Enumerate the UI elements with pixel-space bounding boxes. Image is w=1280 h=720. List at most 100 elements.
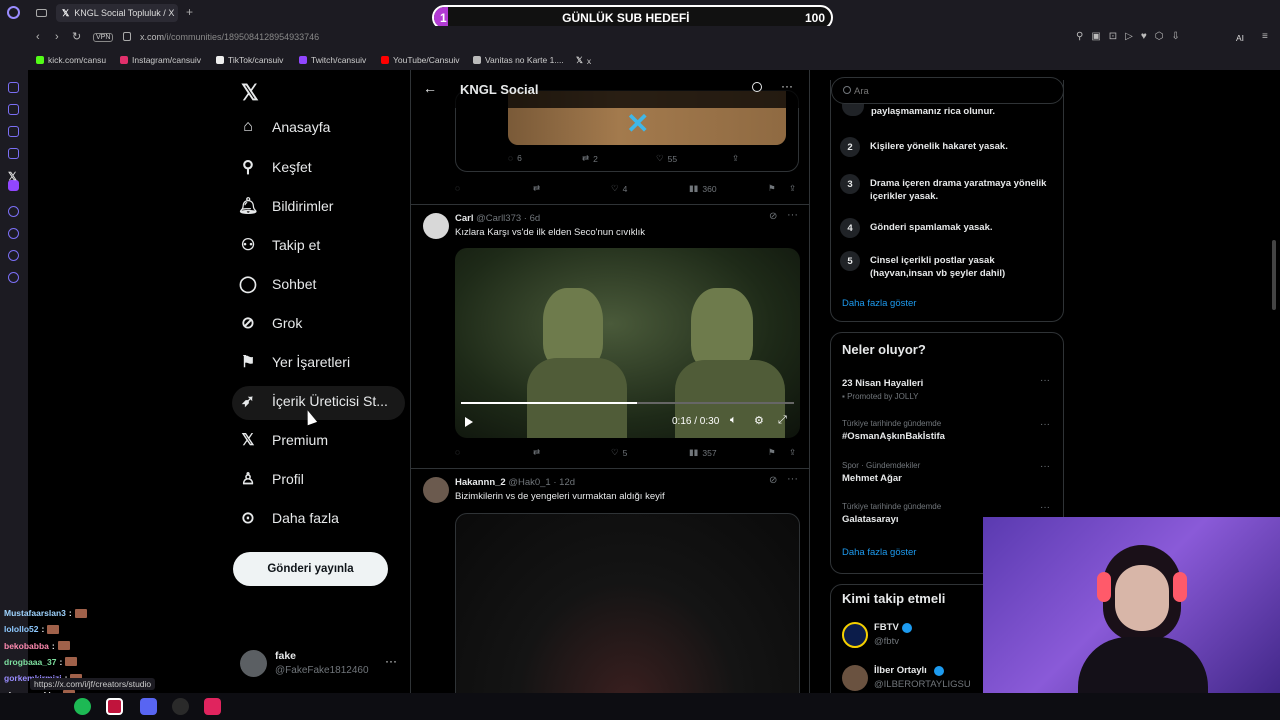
- post[interactable]: Hakannn_2 @Hak0_1 · 12d ⊘ ··· Bizimkiler…: [411, 469, 809, 693]
- share-icon[interactable]: ⇪: [789, 447, 796, 458]
- repost-button[interactable]: ⇄: [533, 183, 540, 194]
- sidebar-app-icon[interactable]: [8, 104, 19, 115]
- app-icon[interactable]: [204, 698, 221, 715]
- nav-item-search[interactable]: ⚲ Keşfet: [238, 157, 312, 177]
- more-icon[interactable]: ···: [385, 654, 397, 668]
- like-button[interactable]: ♡ 4: [611, 183, 627, 194]
- nav-item-follow[interactable]: ⚇ Takip et: [238, 235, 320, 255]
- more-icon[interactable]: ···: [781, 79, 793, 93]
- nav-item-chat[interactable]: ◯ Sohbet: [238, 274, 316, 294]
- video-scrubber[interactable]: [461, 402, 794, 404]
- sidebar-app-icon[interactable]: [8, 82, 19, 93]
- post-button[interactable]: Gönderi yayınla: [233, 552, 388, 586]
- nav-label: Premium: [272, 432, 329, 448]
- reply-button[interactable]: ◌: [455, 447, 460, 457]
- address-bar: ‹ › ↻ VPN x.com/i/communities/1895084128…: [0, 26, 1280, 50]
- post-time[interactable]: · 12d: [553, 477, 575, 488]
- share-icon[interactable]: ⇪: [789, 183, 796, 194]
- author-handle[interactable]: @Hak0_1: [508, 477, 550, 488]
- video-player[interactable]: 0:16 / 0:30 🔈︎ ⚙︎ ⤢: [455, 248, 800, 438]
- clock-icon[interactable]: [8, 228, 19, 239]
- vpn-badge[interactable]: VPN: [93, 33, 114, 42]
- views-button[interactable]: ▮▮ 357: [689, 447, 717, 458]
- volume-icon[interactable]: 🔈︎: [730, 414, 737, 427]
- nav-item-bookmark[interactable]: ⚑ Yer İşaretleri: [238, 352, 350, 372]
- nav-item-person[interactable]: ♙ Profil: [238, 469, 304, 489]
- sidebar-app-icon[interactable]: [8, 126, 19, 137]
- grok-icon[interactable]: ⊘: [769, 475, 777, 486]
- avatar[interactable]: [423, 477, 449, 503]
- settings-icon[interactable]: ⚙︎: [754, 414, 764, 427]
- more-icon[interactable]: ···: [787, 209, 798, 221]
- nav-item-x-logo[interactable]: 𝕏 Premium: [238, 430, 328, 450]
- more-icon[interactable]: ···: [787, 473, 798, 485]
- bookmark-tiktok[interactable]: TikTok/cansuiv: [216, 55, 283, 65]
- like-button[interactable]: ♡ 55: [656, 153, 677, 164]
- opera-logo-icon[interactable]: [7, 6, 20, 19]
- bookmark-icon[interactable]: ⚑: [768, 447, 776, 458]
- spotify-icon[interactable]: [74, 698, 91, 715]
- ai-button[interactable]: AI: [1236, 33, 1244, 43]
- bookmark-youtube[interactable]: YouTube/Cansuiv: [381, 55, 459, 65]
- post-time[interactable]: · 6d: [524, 213, 540, 224]
- new-tab-icon[interactable]: +: [186, 5, 193, 19]
- nav-item-rocket[interactable]: ➶ İçerik Üreticisi St...: [238, 391, 388, 411]
- history-icon[interactable]: [8, 250, 19, 261]
- avatar[interactable]: [423, 213, 449, 239]
- bookmark-x[interactable]: 𝕏x: [576, 55, 591, 66]
- rules-show-more[interactable]: Daha fazla göster: [842, 298, 916, 309]
- page-scrollbar[interactable]: [1272, 240, 1276, 310]
- trend-item[interactable]: Türkiye tarihinde gündemde #OsmanAşkınBa…: [842, 419, 1054, 442]
- reply-button[interactable]: ◌: [455, 183, 460, 193]
- url-field[interactable]: x.com/i/communities/1895084128954933746: [140, 32, 319, 42]
- fullscreen-icon[interactable]: ⤢: [778, 414, 787, 427]
- account-switcher[interactable]: fake @FakeFake1812460 ···: [240, 648, 405, 680]
- trends-show-more[interactable]: Daha fazla göster: [842, 547, 916, 558]
- share-icon[interactable]: ⇪: [732, 153, 739, 164]
- back-arrow-icon[interactable]: ←: [423, 80, 437, 96]
- author-handle[interactable]: @Carll373: [476, 213, 521, 224]
- like-button[interactable]: ♡ 5: [611, 447, 627, 458]
- video-progress-fill: [461, 402, 638, 404]
- reply-button[interactable]: ◌ 6: [508, 153, 522, 163]
- x-logo-icon[interactable]: 𝕏: [241, 80, 259, 106]
- trend-item[interactable]: Spor · Gündemdekiler Mehmet Ağar ···: [842, 461, 1054, 484]
- bookmark-instagram[interactable]: Instagram/cansuiv: [120, 55, 201, 65]
- trend-item[interactable]: 23 Nisan Hayalleri ▪ Promoted by JOLLY ·…: [842, 375, 1054, 401]
- obs-icon[interactable]: [172, 698, 189, 715]
- opera-gx-icon[interactable]: [106, 698, 123, 715]
- reload-icon[interactable]: ↻: [72, 30, 81, 43]
- author-name[interactable]: Hakannn_2: [455, 477, 506, 488]
- bookmark-vanitas[interactable]: Vanitas no Karte 1....: [473, 55, 564, 65]
- menu-icon[interactable]: ≡: [1262, 31, 1268, 42]
- views-button[interactable]: ▮▮ 360: [689, 183, 717, 194]
- video-player[interactable]: [455, 513, 800, 693]
- more-icon[interactable]: ···: [1040, 375, 1050, 386]
- post[interactable]: Carl @Carll373 · 6d ⊘ ··· Kızlara Karşı …: [411, 205, 809, 467]
- repost-button[interactable]: ⇄ 2: [582, 153, 598, 164]
- x-sidebar-icon[interactable]: 𝕏: [8, 170, 17, 183]
- repost-button[interactable]: ⇄: [533, 447, 540, 458]
- nav-item-bell[interactable]: 🔔︎ Bildirimler: [238, 196, 333, 216]
- sidebar-app-icon[interactable]: [8, 148, 19, 159]
- active-tab[interactable]: 𝕏 KNGL Social Topluluk / X: [56, 4, 178, 22]
- bookmark-twitch[interactable]: Twitch/cansuiv: [299, 55, 366, 65]
- more-icon[interactable]: ···: [1040, 461, 1050, 472]
- bookmark-icon[interactable]: ⚑: [768, 183, 776, 194]
- grok-icon[interactable]: ⊘: [769, 211, 777, 222]
- play-icon[interactable]: [465, 417, 473, 427]
- nav-item-home[interactable]: ⌂ Anasayfa: [238, 118, 330, 136]
- discord-icon[interactable]: [140, 698, 157, 715]
- search-icon[interactable]: [752, 82, 762, 92]
- tab-overview-icon[interactable]: [36, 9, 47, 17]
- more-icon[interactable]: ···: [1040, 419, 1050, 430]
- nav-item-more-circle[interactable]: ⊙ Daha fazla: [238, 508, 339, 528]
- settings-icon[interactable]: [8, 272, 19, 283]
- forward-icon[interactable]: ›: [55, 31, 59, 43]
- more-icon[interactable]: ···: [1040, 502, 1050, 513]
- back-icon[interactable]: ‹: [36, 31, 40, 43]
- bookmark-kick[interactable]: kick.com/cansu: [36, 55, 106, 65]
- author-name[interactable]: Carl: [455, 213, 473, 224]
- nav-item-grok[interactable]: ⊘ Grok: [238, 313, 302, 333]
- sidebar-app-icon[interactable]: [8, 206, 19, 217]
